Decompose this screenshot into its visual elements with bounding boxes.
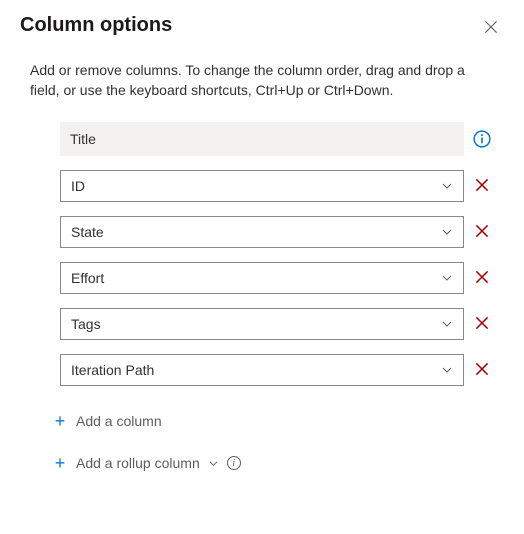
- chevron-down-icon: [208, 458, 219, 469]
- dialog-title: Column options: [20, 14, 172, 37]
- close-icon: [482, 18, 500, 39]
- remove-icon: [473, 360, 491, 381]
- plus-icon: +: [52, 454, 68, 472]
- column-row[interactable]: Iteration Path: [60, 354, 494, 386]
- remove-column-button[interactable]: [470, 266, 494, 291]
- remove-icon: [473, 268, 491, 289]
- column-row[interactable]: Effort: [60, 262, 494, 294]
- chevron-down-icon: [441, 180, 453, 192]
- column-select[interactable]: Tags: [60, 308, 464, 340]
- column-select-label: Iteration Path: [71, 362, 154, 378]
- column-select-label: Tags: [71, 316, 101, 332]
- locked-column-label: Title: [70, 131, 96, 147]
- close-button[interactable]: [478, 14, 504, 43]
- remove-column-button[interactable]: [470, 174, 494, 199]
- dialog-description: Add or remove columns. To change the col…: [30, 61, 494, 100]
- column-list: Title ID State: [60, 122, 494, 386]
- remove-column-button[interactable]: [470, 312, 494, 337]
- chevron-down-icon: [441, 318, 453, 330]
- remove-column-button[interactable]: [470, 358, 494, 383]
- column-row-locked[interactable]: Title: [60, 122, 494, 156]
- column-select[interactable]: State: [60, 216, 464, 248]
- locked-column-field: Title: [60, 122, 464, 156]
- remove-icon: [473, 222, 491, 243]
- plus-icon: +: [52, 412, 68, 430]
- column-select-label: State: [71, 224, 104, 240]
- remove-column-button[interactable]: [470, 220, 494, 245]
- column-row[interactable]: State: [60, 216, 494, 248]
- chevron-down-icon: [441, 364, 453, 376]
- column-select[interactable]: ID: [60, 170, 464, 202]
- add-column-button[interactable]: + Add a column: [52, 412, 162, 430]
- column-row[interactable]: ID: [60, 170, 494, 202]
- add-rollup-column-button[interactable]: + Add a rollup column i: [52, 454, 241, 472]
- add-column-label: Add a column: [76, 413, 162, 429]
- column-row[interactable]: Tags: [60, 308, 494, 340]
- remove-icon: [473, 176, 491, 197]
- chevron-down-icon: [441, 226, 453, 238]
- column-select[interactable]: Iteration Path: [60, 354, 464, 386]
- column-select-label: Effort: [71, 270, 104, 286]
- add-rollup-label: Add a rollup column: [76, 455, 200, 471]
- chevron-down-icon: [441, 272, 453, 284]
- remove-icon: [473, 314, 491, 335]
- column-select[interactable]: Effort: [60, 262, 464, 294]
- column-select-label: ID: [71, 178, 85, 194]
- info-icon[interactable]: i: [227, 456, 241, 470]
- info-icon[interactable]: [473, 130, 491, 148]
